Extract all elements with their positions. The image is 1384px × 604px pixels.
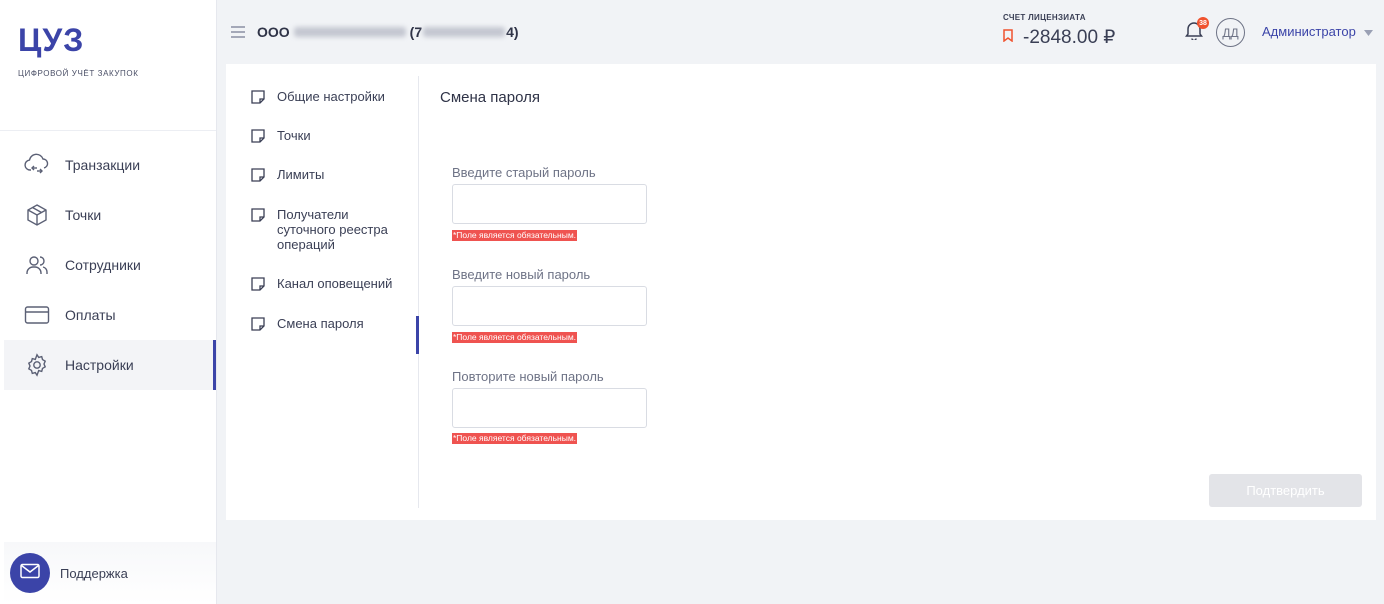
sidebar-item-label: Оплаты xyxy=(65,307,116,323)
page-title: Смена пароля xyxy=(440,89,540,106)
old-password-label: Введите старый пароль xyxy=(452,165,596,180)
menu-icon[interactable] xyxy=(231,25,245,43)
note-icon xyxy=(251,208,265,222)
settings-nav-notifications-channel[interactable]: Канал оповещений xyxy=(251,276,419,291)
users-icon xyxy=(24,252,50,278)
logo[interactable]: ЦУЗ ЦИФРОВОЙ УЧЁТ ЗАКУПОК xyxy=(18,22,139,78)
account-label: СЧЕТ ЛИЦЕНЗИАТА xyxy=(1003,13,1086,22)
settings-nav-recipients[interactable]: Получатели суточного реестра операций xyxy=(251,207,401,252)
main-nav: Транзакции Точки Сотрудники Оплаты Настр… xyxy=(4,140,216,390)
new-password-input[interactable] xyxy=(452,286,647,326)
note-icon xyxy=(251,317,265,331)
active-indicator xyxy=(416,316,419,354)
redacted-org-name xyxy=(293,27,406,37)
sidebar-item-label: Транзакции xyxy=(65,157,141,173)
card-icon xyxy=(24,302,50,328)
bookmark-icon xyxy=(1003,28,1013,47)
settings-nav-label: Точки xyxy=(277,128,311,143)
redacted-inn xyxy=(423,27,506,37)
avatar[interactable]: ДД xyxy=(1216,18,1245,47)
settings-nav: Общие настройки Точки Лимиты Получатели … xyxy=(226,76,419,508)
nav-divider xyxy=(0,130,216,131)
logo-subtitle: ЦИФРОВОЙ УЧЁТ ЗАКУПОК xyxy=(18,69,139,78)
org-paren-close: 4) xyxy=(506,24,519,40)
org-paren-open: (7 xyxy=(409,24,423,40)
sidebar-item-points[interactable]: Точки xyxy=(4,190,216,240)
repeat-password-label: Повторите новый пароль xyxy=(452,369,604,384)
settings-nav-label: Лимиты xyxy=(277,167,325,182)
organization-name: ООО (7 4) xyxy=(257,24,519,40)
logo-title: ЦУЗ xyxy=(18,22,85,58)
licensee-account: СЧЕТ ЛИЦЕНЗИАТА -2848.00 ₽ xyxy=(1003,13,1115,49)
confirm-button[interactable]: Подтвердить xyxy=(1209,474,1362,507)
sidebar-item-label: Настройки xyxy=(65,357,134,373)
new-password-error: *Поле является обязательным. xyxy=(452,332,578,343)
sidebar: ЦУЗ ЦИФРОВОЙ УЧЁТ ЗАКУПОК Транзакции Точ… xyxy=(0,0,217,604)
top-header: ООО (7 4) СЧЕТ ЛИЦЕНЗИАТА -2848.00 ₽ 38 xyxy=(217,0,1384,62)
settings-nav-general[interactable]: Общие настройки xyxy=(251,89,419,104)
sidebar-item-settings[interactable]: Настройки xyxy=(4,340,216,390)
org-prefix: ООО xyxy=(257,24,290,40)
sidebar-item-transactions[interactable]: Транзакции xyxy=(4,140,216,190)
note-icon xyxy=(251,90,265,104)
settings-nav-change-password[interactable]: Смена пароля xyxy=(251,316,419,331)
support-label: Поддержка xyxy=(60,565,128,581)
mail-icon xyxy=(20,563,40,584)
account-balance: -2848.00 ₽ xyxy=(1023,27,1116,48)
settings-panel: Общие настройки Точки Лимиты Получатели … xyxy=(226,64,1376,520)
settings-nav-label: Канал оповещений xyxy=(277,276,393,291)
user-menu[interactable]: Администратор xyxy=(1262,24,1373,39)
note-icon xyxy=(251,168,265,182)
settings-nav-label: Смена пароля xyxy=(277,316,364,331)
sidebar-item-label: Точки xyxy=(65,207,102,223)
caret-down-icon xyxy=(1363,24,1373,39)
note-icon xyxy=(251,277,265,291)
notification-badge: 38 xyxy=(1197,17,1209,29)
cloud-sync-icon xyxy=(24,152,50,178)
support-link[interactable]: Поддержка xyxy=(4,542,216,604)
user-name: Администратор xyxy=(1262,24,1356,39)
app-root: ЦУЗ ЦИФРОВОЙ УЧЁТ ЗАКУПОК Транзакции Точ… xyxy=(0,0,1384,604)
old-password-input[interactable] xyxy=(452,184,647,224)
old-password-error: *Поле является обязательным. xyxy=(452,230,578,241)
sidebar-item-label: Сотрудники xyxy=(65,257,141,273)
note-icon xyxy=(251,129,265,143)
sidebar-item-payments[interactable]: Оплаты xyxy=(4,290,216,340)
sidebar-item-employees[interactable]: Сотрудники xyxy=(4,240,216,290)
gear-icon xyxy=(24,352,50,378)
settings-nav-label: Общие настройки xyxy=(277,89,385,104)
new-password-label: Введите новый пароль xyxy=(452,267,591,282)
settings-nav-points[interactable]: Точки xyxy=(251,128,419,143)
box-icon xyxy=(24,202,50,228)
settings-nav-limits[interactable]: Лимиты xyxy=(251,167,419,182)
settings-nav-label: Получатели суточного реестра операций xyxy=(277,207,388,252)
repeat-password-error: *Поле является обязательным. xyxy=(452,433,578,444)
support-button[interactable] xyxy=(10,553,50,593)
repeat-password-input[interactable] xyxy=(452,388,647,428)
